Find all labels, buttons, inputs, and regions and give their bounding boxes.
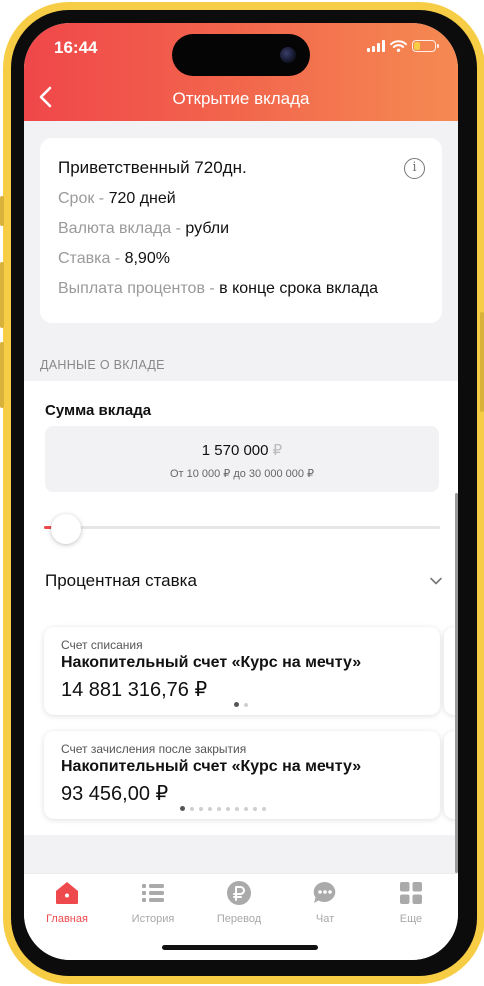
- side-button: [0, 196, 4, 226]
- deposit-term: Срок - 720 дней: [58, 190, 176, 208]
- amount-slider[interactable]: [44, 526, 440, 529]
- grid-icon: [400, 882, 422, 904]
- page-dot: [244, 806, 248, 811]
- deposit-term-value: 720 дней: [108, 190, 176, 207]
- credit-page-indicator: [180, 806, 266, 811]
- page-title: Открытие вклада: [172, 89, 310, 108]
- page-dot: [217, 806, 221, 811]
- debit-account-label: Счет списания: [61, 638, 143, 652]
- credit-account-label: Счет зачисления после закрытия: [61, 742, 247, 756]
- status-time: 16:44: [54, 38, 98, 57]
- tab-transfer[interactable]: Перевод: [196, 879, 282, 929]
- section-label: ДАННЫЕ О ВКЛАДЕ: [40, 358, 165, 372]
- amount-slider-thumb[interactable]: [51, 514, 81, 544]
- amount-value-line: 1 570 000 ₽: [45, 441, 439, 459]
- credit-account-amount: 93 456,00 ₽: [61, 783, 169, 805]
- tab-more[interactable]: Еще: [368, 879, 454, 929]
- page-dot: [253, 806, 257, 811]
- page-dot: [244, 702, 248, 707]
- chevron-down-icon: [430, 577, 442, 585]
- page-dot: [208, 806, 212, 811]
- debit-page-indicator: [234, 702, 248, 707]
- ruble-icon: [227, 881, 251, 905]
- tab-label: Чат: [315, 913, 335, 925]
- page-dot: [226, 806, 230, 811]
- tab-label: Перевод: [216, 913, 262, 925]
- scrollbar[interactable]: [455, 493, 458, 873]
- deposit-currency: Валюта вклада - рубли: [58, 220, 229, 238]
- deposit-rate-value: 8,90%: [124, 250, 170, 267]
- tab-chat[interactable]: Чат: [282, 879, 368, 929]
- deposit-title: Приветственный 720дн.: [58, 158, 247, 177]
- deposit-info-card: Приветственный 720дн. i Срок - 720 дней …: [40, 138, 442, 323]
- page-dot: [199, 806, 203, 811]
- tab-home[interactable]: Главная: [24, 879, 110, 929]
- list-icon: [142, 884, 164, 902]
- page-dot: [180, 806, 185, 811]
- tab-label: Главная: [46, 913, 88, 925]
- deposit-rate: Ставка - 8,90%: [58, 250, 170, 268]
- amount-currency: ₽: [272, 442, 283, 459]
- app-header: 16:44 Открытие вклада: [24, 23, 458, 121]
- amount-label: Сумма вклада: [45, 402, 152, 419]
- page-dot: [190, 806, 194, 811]
- side-button: [0, 262, 4, 328]
- credit-account-card[interactable]: Счет зачисления после закрытия Накопител…: [44, 731, 440, 819]
- amount-range: От 10 000 ₽ до 30 000 000 ₽: [169, 468, 315, 480]
- deposit-payout: Выплата процентов - в конце срока вклада: [58, 280, 378, 298]
- wifi-icon: [390, 40, 407, 52]
- tab-history[interactable]: История: [110, 879, 196, 929]
- status-icons: [367, 40, 439, 52]
- page-dot: [235, 806, 239, 811]
- side-button: [0, 342, 4, 408]
- deposit-term-label: Срок -: [58, 190, 109, 207]
- deposit-currency-value: рубли: [185, 220, 230, 237]
- tab-label: Еще: [399, 913, 423, 925]
- page-dot: [234, 702, 239, 707]
- amount-input[interactable]: 1 570 000 ₽ От 10 000 ₽ до 30 000 000 ₽: [45, 426, 439, 492]
- phone-screen: 16:44 Открытие вклада Приветственный 720…: [24, 23, 458, 960]
- battery-icon: [412, 40, 439, 52]
- side-button: [480, 312, 484, 412]
- home-indicator[interactable]: [162, 945, 318, 950]
- rate-label: Процентная ставка: [45, 571, 197, 590]
- deposit-currency-label: Валюта вклада -: [58, 220, 186, 237]
- debit-account-name: Накопительный счет «Курс на мечту»: [61, 654, 362, 671]
- deposit-payout-label: Выплата процентов -: [58, 280, 220, 297]
- info-circle-icon[interactable]: i: [404, 158, 425, 179]
- page-dot: [262, 806, 266, 811]
- amount-value: 1 570 000: [201, 442, 269, 459]
- debit-account-amount: 14 881 316,76 ₽: [61, 679, 208, 701]
- signal-icon: [367, 40, 385, 52]
- camera-icon: [280, 47, 296, 63]
- credit-account-name: Накопительный счет «Курс на мечту»: [61, 758, 362, 775]
- home-icon: [56, 882, 78, 904]
- deposit-rate-label: Ставка -: [58, 250, 125, 267]
- chat-icon: [313, 881, 336, 903]
- deposit-form: Сумма вклада 1 570 000 ₽ От 10 000 ₽ до …: [24, 381, 458, 835]
- deposit-payout-value: в конце срока вклада: [219, 280, 378, 297]
- rate-dropdown[interactable]: Процентная ставка: [45, 571, 445, 595]
- tab-label: История: [131, 913, 175, 925]
- debit-account-card[interactable]: Счет списания Накопительный счет «Курс н…: [44, 627, 440, 715]
